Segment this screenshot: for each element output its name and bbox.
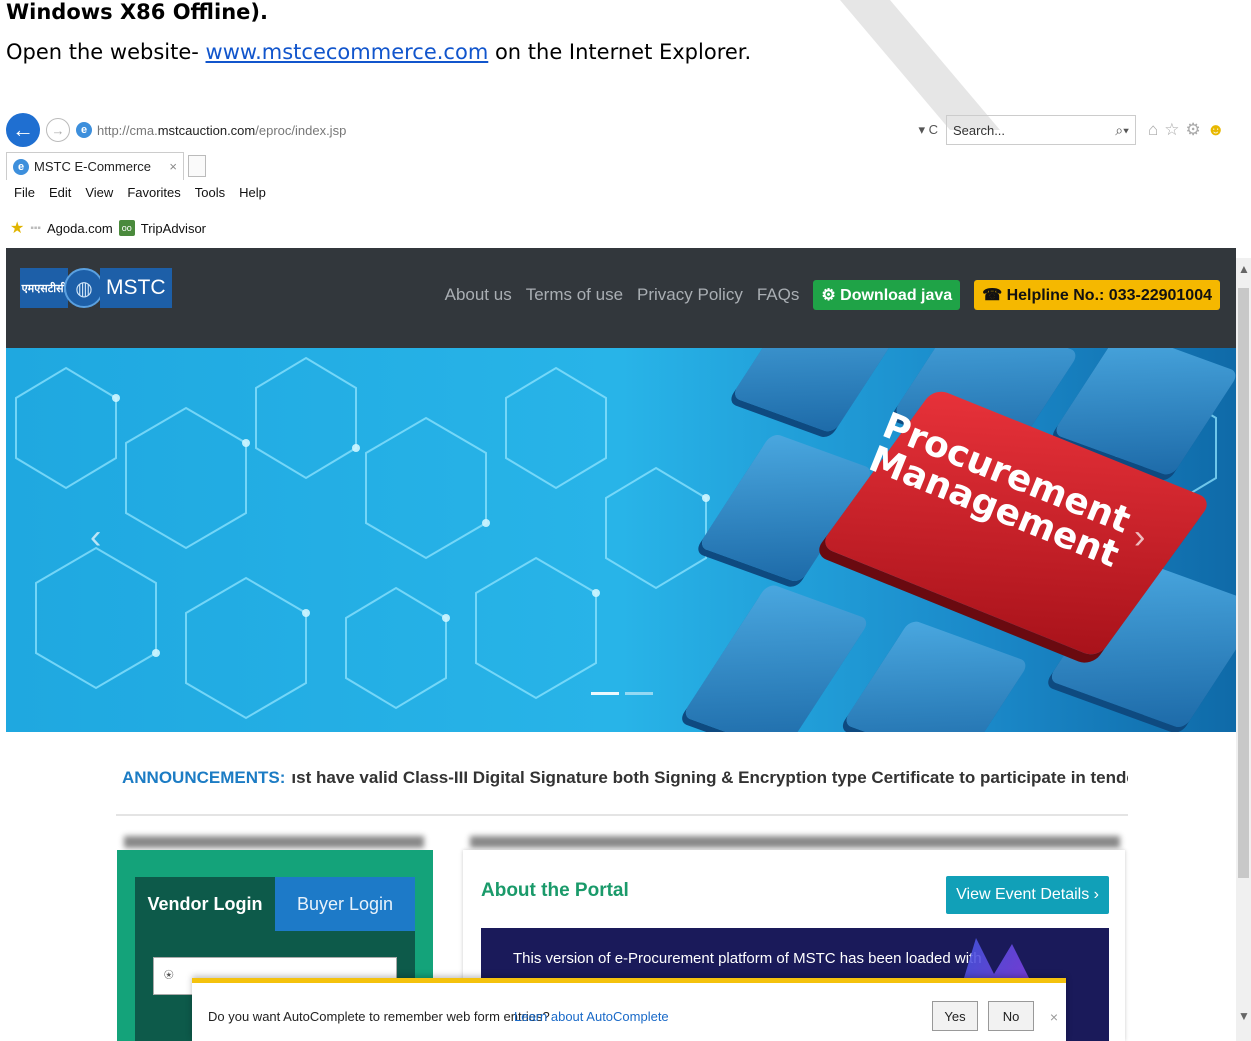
site-header: एमएसटीसी ◍ MSTC About us Terms of use Pr… (6, 248, 1236, 348)
tripadvisor-icon: oo (118, 220, 135, 236)
panel-shadow (124, 836, 424, 848)
carousel-next-icon[interactable]: › (1134, 518, 1145, 557)
logo-hindi-text: एमएसटीसी (20, 268, 68, 308)
announcements-ticker: ANNOUNCEMENTS: ıst have valid Class-III … (116, 742, 1128, 816)
login-tabs: Vendor Login Buyer Login (135, 877, 415, 931)
user-icon: ⍟ (164, 967, 174, 984)
menu-favorites[interactable]: Favorites (127, 185, 180, 200)
home-icon[interactable]: ⌂ (1148, 120, 1158, 140)
scroll-up-icon[interactable]: ▲ (1238, 262, 1250, 276)
autocomplete-notification-bar: Do you want AutoComplete to remember web… (192, 978, 1066, 1041)
tab-strip: e MSTC E-Commerce × (6, 152, 206, 180)
feedback-smiley-icon[interactable]: ☻ (1207, 120, 1225, 140)
menu-file[interactable]: File (14, 185, 35, 200)
autocomplete-question: Do you want AutoComplete to remember web… (208, 1009, 550, 1024)
tab-page-icon: e (13, 158, 29, 175)
logo-text: MSTC (100, 268, 172, 308)
keyboard-image (681, 348, 1236, 732)
instruction-suffix: on the Internet Explorer. (488, 40, 752, 64)
url-text: http://cma.mstcauction.com/eproc/index.j… (97, 122, 347, 138)
forward-arrow-icon[interactable]: → (46, 118, 70, 142)
menu-edit[interactable]: Edit (49, 185, 71, 200)
address-bar-row: ← → e http://cma.mstcauction.com/eproc/i… (6, 112, 1251, 148)
favorites-star-icon[interactable]: ☆ (1164, 120, 1179, 140)
search-placeholder: Search... (953, 122, 1006, 138)
about-title: About the Portal (481, 880, 629, 901)
nav-privacy-policy[interactable]: Privacy Policy (637, 285, 743, 305)
nav-terms-of-use[interactable]: Terms of use (526, 285, 623, 305)
panel-shadow (470, 836, 1120, 848)
menu-tools[interactable]: Tools (195, 185, 225, 200)
agoda-icon: ▪▪▪ (30, 222, 41, 234)
top-navigation: About us Terms of use Privacy Policy FAQ… (445, 280, 1220, 310)
autocomplete-yes-button[interactable]: Yes (932, 1001, 978, 1031)
announcements-label: ANNOUNCEMENTS: (122, 768, 286, 787)
favorites-bar: ★ ▪▪▪ Agoda.com oo TripAdvisor (10, 218, 206, 238)
nav-about-us[interactable]: About us (445, 285, 512, 305)
instruction-prefix: Open the website- (6, 40, 206, 64)
helpline-button[interactable]: ☎ Helpline No.: 033-22901004 (974, 280, 1220, 310)
refresh-icon[interactable]: ▾ C (918, 122, 938, 138)
menu-help[interactable]: Help (239, 185, 266, 200)
ie-page-icon: e (76, 122, 92, 138)
download-java-button[interactable]: ⚙ Download java (813, 280, 961, 310)
back-arrow-icon[interactable]: ← (6, 113, 40, 147)
favorite-agoda[interactable]: Agoda.com (47, 221, 113, 236)
search-input[interactable]: Search... ⌕▾ (946, 115, 1136, 145)
tab-title: MSTC E-Commerce (34, 159, 152, 174)
address-bar[interactable]: e http://cma.mstcauction.com/eproc/index… (76, 115, 946, 145)
mstc-logo[interactable]: एमएसटीसी ◍ MSTC (20, 268, 172, 308)
tab-buyer-login[interactable]: Buyer Login (275, 877, 415, 931)
settings-icon: ⚙ (821, 287, 841, 304)
carousel-dot-active[interactable] (591, 692, 619, 695)
search-icon[interactable]: ⌕▾ (1115, 122, 1129, 139)
view-event-details-button[interactable]: View Event Details › (946, 876, 1109, 914)
tab-mstc-ecommerce[interactable]: e MSTC E-Commerce × (6, 152, 184, 180)
carousel-prev-icon[interactable]: ‹ (90, 518, 101, 557)
menu-bar: File Edit View Favorites Tools Help (14, 185, 266, 200)
new-tab-button[interactable] (188, 155, 206, 177)
tab-close-icon[interactable]: × (169, 159, 177, 174)
nav-faqs[interactable]: FAQs (757, 285, 800, 305)
website-link[interactable]: www.mstcecommerce.com (206, 40, 489, 64)
close-icon[interactable]: × (1050, 1009, 1058, 1025)
toolbar-icons: ⌂ ☆ ⚙ ☻ (1148, 120, 1225, 140)
autocomplete-no-button[interactable]: No (988, 1001, 1034, 1031)
document-instruction: Open the website- www.mstcecommerce.com … (6, 40, 751, 64)
scrollbar-thumb[interactable] (1238, 288, 1249, 878)
announcements-text[interactable]: ıst have valid Class-III Digital Signatu… (291, 768, 1128, 788)
menu-view[interactable]: View (85, 185, 113, 200)
tab-vendor-login[interactable]: Vendor Login (135, 877, 275, 931)
favorite-tripadvisor[interactable]: TripAdvisor (141, 221, 206, 236)
page-scrollbar[interactable]: ▲ ▼ (1236, 258, 1251, 1041)
document-heading: Windows X86 Offline). (6, 0, 268, 24)
carousel-indicators (591, 692, 653, 695)
add-favorite-star-icon[interactable]: ★ (10, 218, 24, 238)
watermark-shape (840, 0, 1000, 130)
globe-icon: ◍ (64, 268, 104, 308)
about-body-text: This version of e-Procurement platform o… (513, 950, 982, 967)
scroll-down-icon[interactable]: ▼ (1238, 1009, 1250, 1023)
learn-autocomplete-link[interactable]: Learn about AutoComplete (514, 1009, 669, 1024)
carousel-dot[interactable] (625, 692, 653, 695)
phone-icon: ☎ (982, 287, 1007, 304)
settings-gear-icon[interactable]: ⚙ (1186, 120, 1201, 140)
